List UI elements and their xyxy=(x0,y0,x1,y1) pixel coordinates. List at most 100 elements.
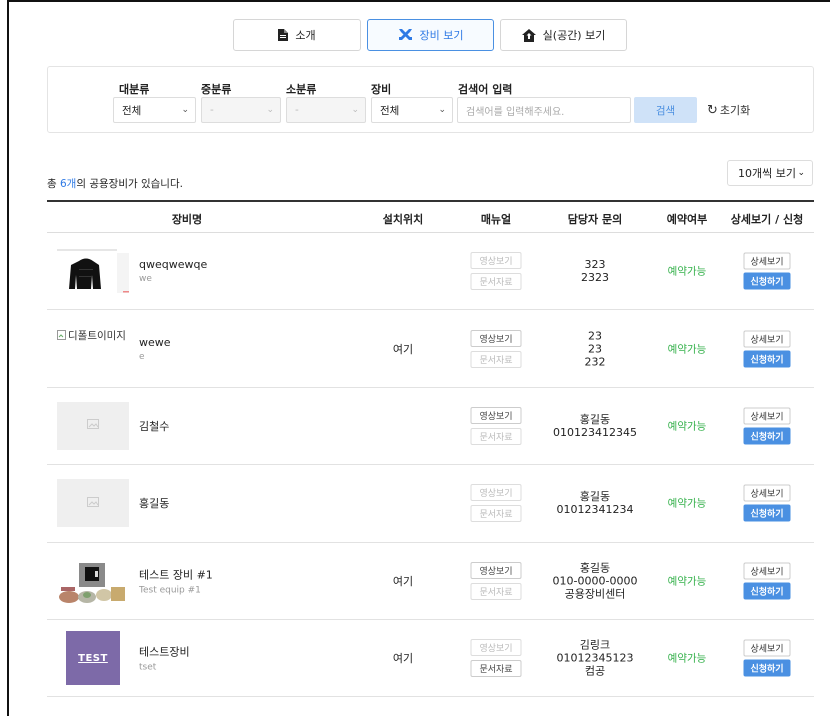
equipment-name-cell: qweqwewqe we xyxy=(139,258,207,284)
equipment-thumbnail xyxy=(57,556,129,605)
category-large-label: 대분류 xyxy=(119,83,150,96)
contact-line: 김링크 xyxy=(579,638,611,652)
install-location: 여기 xyxy=(392,652,414,666)
equipment-select[interactable]: 전체 ⌄ xyxy=(371,97,453,123)
detail-button[interactable]: 상세보기 xyxy=(743,330,791,348)
tab-equipment-label: 장비 보기 xyxy=(419,29,464,42)
tab-space[interactable]: 실(공간) 보기 xyxy=(500,19,627,51)
table-row: 김철수 영상보기 문서자료 홍길동 010123412345 예약가능 상세보기 신청하기 xyxy=(47,388,814,466)
tab-equipment[interactable]: 장비 보기 xyxy=(367,19,494,51)
detail-button[interactable]: 상세보기 xyxy=(743,407,791,425)
thumbnail-text: TEST xyxy=(78,652,108,664)
video-button[interactable]: 영상보기 xyxy=(470,561,522,579)
tab-space-label: 실(공간) 보기 xyxy=(542,29,606,42)
header-name: 장비명 xyxy=(171,213,203,226)
status-badge: 예약가능 xyxy=(667,575,707,588)
apply-button[interactable]: 신청하기 xyxy=(743,350,791,368)
video-button[interactable]: 영상보기 xyxy=(470,252,522,270)
video-button[interactable]: 영상보기 xyxy=(470,329,522,347)
table-row: qweqwewqe we 영상보기문서자료 323 2323 예약가능 상세보기신청하기 xyxy=(47,233,814,311)
chevron-down-icon: ⌄ xyxy=(438,105,446,115)
document-button[interactable]: 문서자료 xyxy=(470,350,522,368)
equipment-name: 테스트장비 xyxy=(139,645,190,659)
reset-label: 초기화 xyxy=(719,104,751,117)
category-large-select[interactable]: 전체 ⌄ xyxy=(113,97,196,123)
tab-intro[interactable]: 소개 xyxy=(233,19,361,51)
table-row: 디폴트이미지 wewe e 여기 영상보기 문서자료 23 23 232 예약가능 상세보기 신청하기 xyxy=(47,310,814,388)
apply-button[interactable]: 신청하기 xyxy=(743,582,791,600)
manager-contact: 323 2323 xyxy=(581,258,609,284)
contact-line: 010-0000-0000 xyxy=(552,574,638,588)
equipment-name-cell: 홍길동 xyxy=(139,495,169,511)
manager-contact: 홍길동 01012341234 xyxy=(557,490,634,516)
header-contact: 담당자 문의 xyxy=(567,213,623,226)
equipment-table: 장비명 설치위치 매뉴얼 담당자 문의 예약여부 상세보기 / 신청 qweqw… xyxy=(47,200,814,698)
status-badge: 예약가능 xyxy=(667,652,707,665)
detail-button[interactable]: 상세보기 xyxy=(743,484,791,502)
table-body: qweqwewqe we 영상보기 문서자료 323 2323 예약가능 상세보기 신청하기 디폴… xyxy=(47,233,814,698)
apply-button[interactable]: 신청하기 xyxy=(743,504,791,522)
contact-line: 홍길동 xyxy=(579,412,611,426)
detail-button[interactable]: 상세보기 xyxy=(743,639,791,657)
contact-line: 23 xyxy=(588,342,602,356)
install-location: 여기 xyxy=(392,342,414,356)
document-button[interactable]: 문서자료 xyxy=(470,505,522,523)
contact-line: 홍길동 xyxy=(579,561,611,575)
refresh-icon: ↻ xyxy=(707,102,718,118)
action-buttons: 상세보기신청하기 xyxy=(743,407,791,445)
reset-button[interactable]: ↻ 초기화 xyxy=(707,97,750,123)
contact-line: 232 xyxy=(584,355,606,369)
tools-icon xyxy=(398,28,413,42)
equipment-label: 장비 xyxy=(371,83,392,96)
manual-buttons: 영상보기문서자료 xyxy=(470,639,522,678)
per-page-value: 10개씩 보기 xyxy=(738,167,796,180)
manager-contact: 홍길동 010123412345 xyxy=(553,413,637,439)
thumbnail-alt-text: 디폴트이미지 xyxy=(68,330,126,343)
category-small-select[interactable]: - ⌄ xyxy=(286,97,366,123)
apply-button[interactable]: 신청하기 xyxy=(743,427,791,445)
contact-line: 01012341234 xyxy=(556,503,634,517)
status-badge: 예약가능 xyxy=(667,265,707,278)
equipment-name-cell: 테스트 장비 #1 Test equip #1 xyxy=(139,566,213,595)
detail-button[interactable]: 상세보기 xyxy=(743,562,791,580)
table-row: TEST 테스트장비 tset 여기 영상보기 문서자료 김링크 01012345123 컴공 예… xyxy=(47,620,814,698)
action-buttons: 상세보기신청하기 xyxy=(743,330,791,368)
equipment-subname: e xyxy=(139,351,145,362)
header-actions: 상세보기 / 신청 xyxy=(730,213,804,226)
apply-button[interactable]: 신청하기 xyxy=(743,272,791,290)
category-large-value: 전체 xyxy=(122,104,142,117)
document-button[interactable]: 문서자료 xyxy=(470,273,522,291)
document-button[interactable]: 문서자료 xyxy=(470,427,522,445)
video-button[interactable]: 영상보기 xyxy=(470,484,522,502)
action-buttons: 상세보기신청하기 xyxy=(743,252,791,290)
chevron-down-icon: ⌄ xyxy=(266,105,274,115)
video-button[interactable]: 영상보기 xyxy=(470,639,522,657)
contact-line: 2323 xyxy=(581,271,609,285)
status-badge: 예약가능 xyxy=(667,343,707,356)
equipment-subname: Test equip #1 xyxy=(139,585,201,596)
chevron-down-icon: ⌄ xyxy=(181,105,189,115)
header-manual: 매뉴얼 xyxy=(480,213,512,226)
header-location: 설치위치 xyxy=(382,213,424,226)
document-button[interactable]: 문서자료 xyxy=(470,660,522,678)
result-count: 6개 xyxy=(60,178,77,190)
search-input[interactable]: 검색어를 입력해주세요. xyxy=(457,97,631,123)
contact-line: 23 xyxy=(588,329,602,343)
filter-panel: 대분류 중분류 소분류 장비 검색어 입력 전체 ⌄ - ⌄ - ⌄ 전체 ⌄ … xyxy=(47,66,814,133)
document-button[interactable]: 문서자료 xyxy=(470,582,522,600)
manager-contact: 김링크 01012345123 컴공 xyxy=(557,639,634,678)
contact-line: 323 xyxy=(584,258,606,272)
detail-button[interactable]: 상세보기 xyxy=(743,252,791,270)
equipment-name-cell: 김철수 xyxy=(139,418,169,434)
search-button[interactable]: 검색 xyxy=(634,97,697,123)
contact-line: 홍길동 xyxy=(579,490,611,504)
action-buttons: 상세보기신청하기 xyxy=(743,639,791,677)
chevron-down-icon: ⌄ xyxy=(351,105,359,115)
action-buttons: 상세보기신청하기 xyxy=(743,562,791,600)
per-page-select[interactable]: 10개씩 보기 ⌄ xyxy=(727,160,813,186)
category-small-value: - xyxy=(295,104,299,116)
contact-line: 01012345123 xyxy=(556,651,634,665)
apply-button[interactable]: 신청하기 xyxy=(743,659,791,677)
category-medium-select[interactable]: - ⌄ xyxy=(201,97,281,123)
video-button[interactable]: 영상보기 xyxy=(470,406,522,424)
